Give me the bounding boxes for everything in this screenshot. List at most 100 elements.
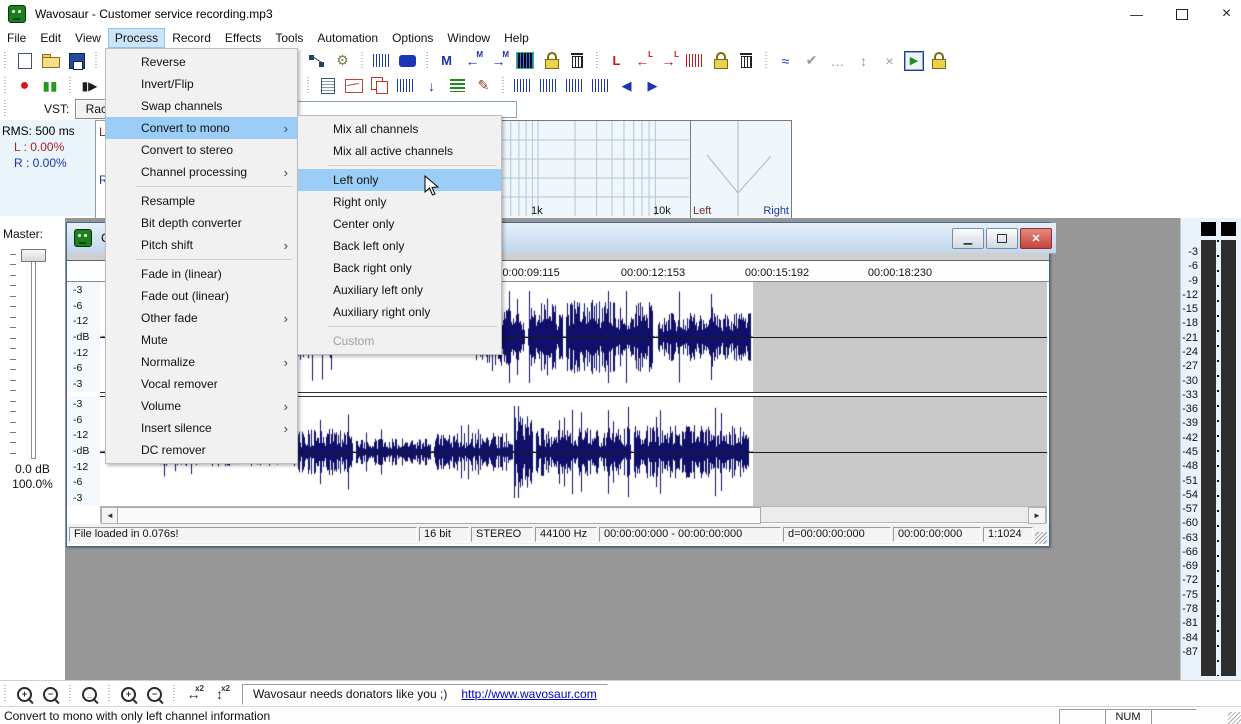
- envelope-apply-icon[interactable]: ✔: [800, 50, 823, 71]
- menu-item-pitch-shift[interactable]: Pitch shift›: [106, 234, 297, 256]
- pencil-edit-icon[interactable]: ✎: [472, 75, 495, 96]
- editor-minimize-button[interactable]: ▁: [952, 228, 984, 249]
- marker-next-icon[interactable]: →M: [487, 50, 510, 71]
- horizontal-scrollbar[interactable]: ◄ ►: [100, 506, 1047, 523]
- menubar-item-edit[interactable]: Edit: [33, 28, 68, 48]
- menu-item-mix-all-active-channels[interactable]: Mix all active channels: [298, 140, 501, 162]
- envelope-points-icon[interactable]: ≈: [774, 50, 797, 71]
- waveform-solid-icon[interactable]: [399, 55, 416, 67]
- minimize-button[interactable]: —: [1114, 0, 1159, 28]
- pause-icon[interactable]: ▮▮: [39, 75, 62, 96]
- marker-selection-icon[interactable]: [516, 52, 534, 69]
- resize-grip[interactable]: [1228, 712, 1241, 724]
- copy-pages-icon[interactable]: [368, 75, 391, 96]
- menu-item-auxiliary-right-only[interactable]: Auxiliary right only: [298, 301, 501, 323]
- menubar-item-process[interactable]: Process: [108, 28, 165, 48]
- close-button[interactable]: ×: [1204, 0, 1241, 28]
- interpolate-icon[interactable]: ↓: [420, 75, 443, 96]
- loop-delete-icon[interactable]: [735, 50, 758, 71]
- wavosaur-link[interactable]: http://www.wavosaur.com: [461, 687, 596, 701]
- menu-item-convert-to-mono[interactable]: Convert to mono›: [106, 117, 297, 139]
- menu-item-vocal-remover[interactable]: Vocal remover: [106, 373, 297, 395]
- menu-item-bit-depth-converter[interactable]: Bit depth converter: [106, 212, 297, 234]
- menu-item-auxiliary-left-only[interactable]: Auxiliary left only: [298, 279, 501, 301]
- maximize-button[interactable]: [1159, 0, 1204, 28]
- loop-lock-icon[interactable]: [709, 50, 732, 71]
- contract-selection-icon[interactable]: [540, 79, 557, 92]
- menu-item-custom[interactable]: Custom: [298, 330, 501, 352]
- menu-item-back-left-only[interactable]: Back left only: [298, 235, 501, 257]
- tools-wrench-icon[interactable]: ⚙: [331, 50, 354, 71]
- play-envelope-icon[interactable]: ▶: [904, 51, 924, 71]
- menu-item-mix-all-channels[interactable]: Mix all channels: [298, 118, 501, 140]
- loop-next-icon[interactable]: →L: [657, 50, 680, 71]
- menu-item-convert-to-stereo[interactable]: Convert to stereo: [106, 139, 297, 161]
- menubar-item-window[interactable]: Window: [440, 28, 497, 48]
- zoom-wave-vertical-icon[interactable]: [514, 79, 531, 92]
- menu-item-swap-channels[interactable]: Swap channels: [106, 95, 297, 117]
- zoom-out-icon[interactable]: −: [39, 684, 62, 705]
- editor-resize-grip[interactable]: [1035, 532, 1047, 544]
- menu-item-back-right-only[interactable]: Back right only: [298, 257, 501, 279]
- playlist-icon[interactable]: [450, 79, 465, 92]
- save-file-icon[interactable]: [65, 50, 88, 71]
- menu-item-right-only[interactable]: Right only: [298, 191, 501, 213]
- editor-restore-button[interactable]: [986, 228, 1018, 249]
- envelope-vertical-icon[interactable]: ↕: [852, 50, 875, 71]
- marker-delete-icon[interactable]: [566, 50, 589, 71]
- menu-item-normalize[interactable]: Normalize›: [106, 351, 297, 373]
- envelope-line-icon[interactable]: …: [826, 50, 849, 71]
- menubar-item-view[interactable]: View: [68, 28, 108, 48]
- menu-item-invert-flip[interactable]: Invert/Flip: [106, 73, 297, 95]
- menu-item-other-fade[interactable]: Other fade›: [106, 307, 297, 329]
- zoom-out-alt-icon[interactable]: −: [143, 684, 166, 705]
- zoom-x2-vertical-icon[interactable]: ↕x2: [208, 684, 231, 705]
- waveform-stats-icon[interactable]: [397, 79, 414, 92]
- loop-previous-icon[interactable]: ←L: [631, 50, 654, 71]
- menubar-item-options[interactable]: Options: [385, 28, 440, 48]
- menubar-item-automation[interactable]: Automation: [310, 28, 385, 48]
- editor-close-button[interactable]: ✕: [1020, 228, 1052, 249]
- menu-item-center-only[interactable]: Center only: [298, 213, 501, 235]
- menubar-item-record[interactable]: Record: [165, 28, 218, 48]
- open-file-icon[interactable]: [39, 50, 62, 71]
- menu-item-left-only[interactable]: Left only: [298, 169, 501, 191]
- envelope-delete-icon[interactable]: ×: [878, 50, 901, 71]
- menubar-item-help[interactable]: Help: [497, 28, 536, 48]
- previous-view-icon[interactable]: ◀: [615, 75, 638, 96]
- scroll-right-button[interactable]: ►: [1028, 507, 1046, 524]
- new-file-icon[interactable]: [13, 50, 36, 71]
- marker-previous-icon[interactable]: ←M: [461, 50, 484, 71]
- menu-item-dc-remover[interactable]: DC remover: [106, 439, 297, 461]
- menubar-item-file[interactable]: File: [0, 28, 33, 48]
- menu-item-fade-out-linear[interactable]: Fade out (linear): [106, 285, 297, 307]
- zoom-in-icon[interactable]: +: [13, 684, 36, 705]
- menu-item-fade-in-linear[interactable]: Fade in (linear): [106, 263, 297, 285]
- zoom-x2-horizontal-icon[interactable]: ↔x2: [182, 684, 205, 705]
- loop-selection-icon[interactable]: [686, 54, 703, 67]
- menubar-item-effects[interactable]: Effects: [218, 28, 268, 48]
- text-report-icon[interactable]: [316, 75, 339, 96]
- marker-m-icon[interactable]: M: [435, 50, 458, 71]
- loop-l-icon[interactable]: L: [605, 50, 628, 71]
- selection-bounds-icon[interactable]: [592, 79, 609, 92]
- zoom-in-alt-icon[interactable]: +: [117, 684, 140, 705]
- master-slider-handle[interactable]: [21, 249, 46, 262]
- marker-lock-icon[interactable]: [540, 50, 563, 71]
- zoom-selection-icon[interactable]: _: [78, 684, 101, 705]
- next-view-icon[interactable]: ▶: [641, 75, 664, 96]
- expand-selection-icon[interactable]: [566, 79, 583, 92]
- menu-item-channel-processing[interactable]: Channel processing›: [106, 161, 297, 183]
- menu-item-reverse[interactable]: Reverse: [106, 51, 297, 73]
- menu-item-volume[interactable]: Volume›: [106, 395, 297, 417]
- menu-item-resample[interactable]: Resample: [106, 190, 297, 212]
- envelope-lock-icon[interactable]: [927, 50, 950, 71]
- record-icon[interactable]: ●: [13, 75, 36, 96]
- batch-connections-icon[interactable]: [305, 50, 328, 71]
- menu-item-insert-silence[interactable]: Insert silence›: [106, 417, 297, 439]
- waveform-outline-icon[interactable]: [373, 54, 390, 67]
- scrollbar-thumb[interactable]: [117, 507, 761, 524]
- menu-item-mute[interactable]: Mute: [106, 329, 297, 351]
- play-from-cursor-icon[interactable]: ▮▶: [78, 75, 101, 96]
- menubar-item-tools[interactable]: Tools: [268, 28, 310, 48]
